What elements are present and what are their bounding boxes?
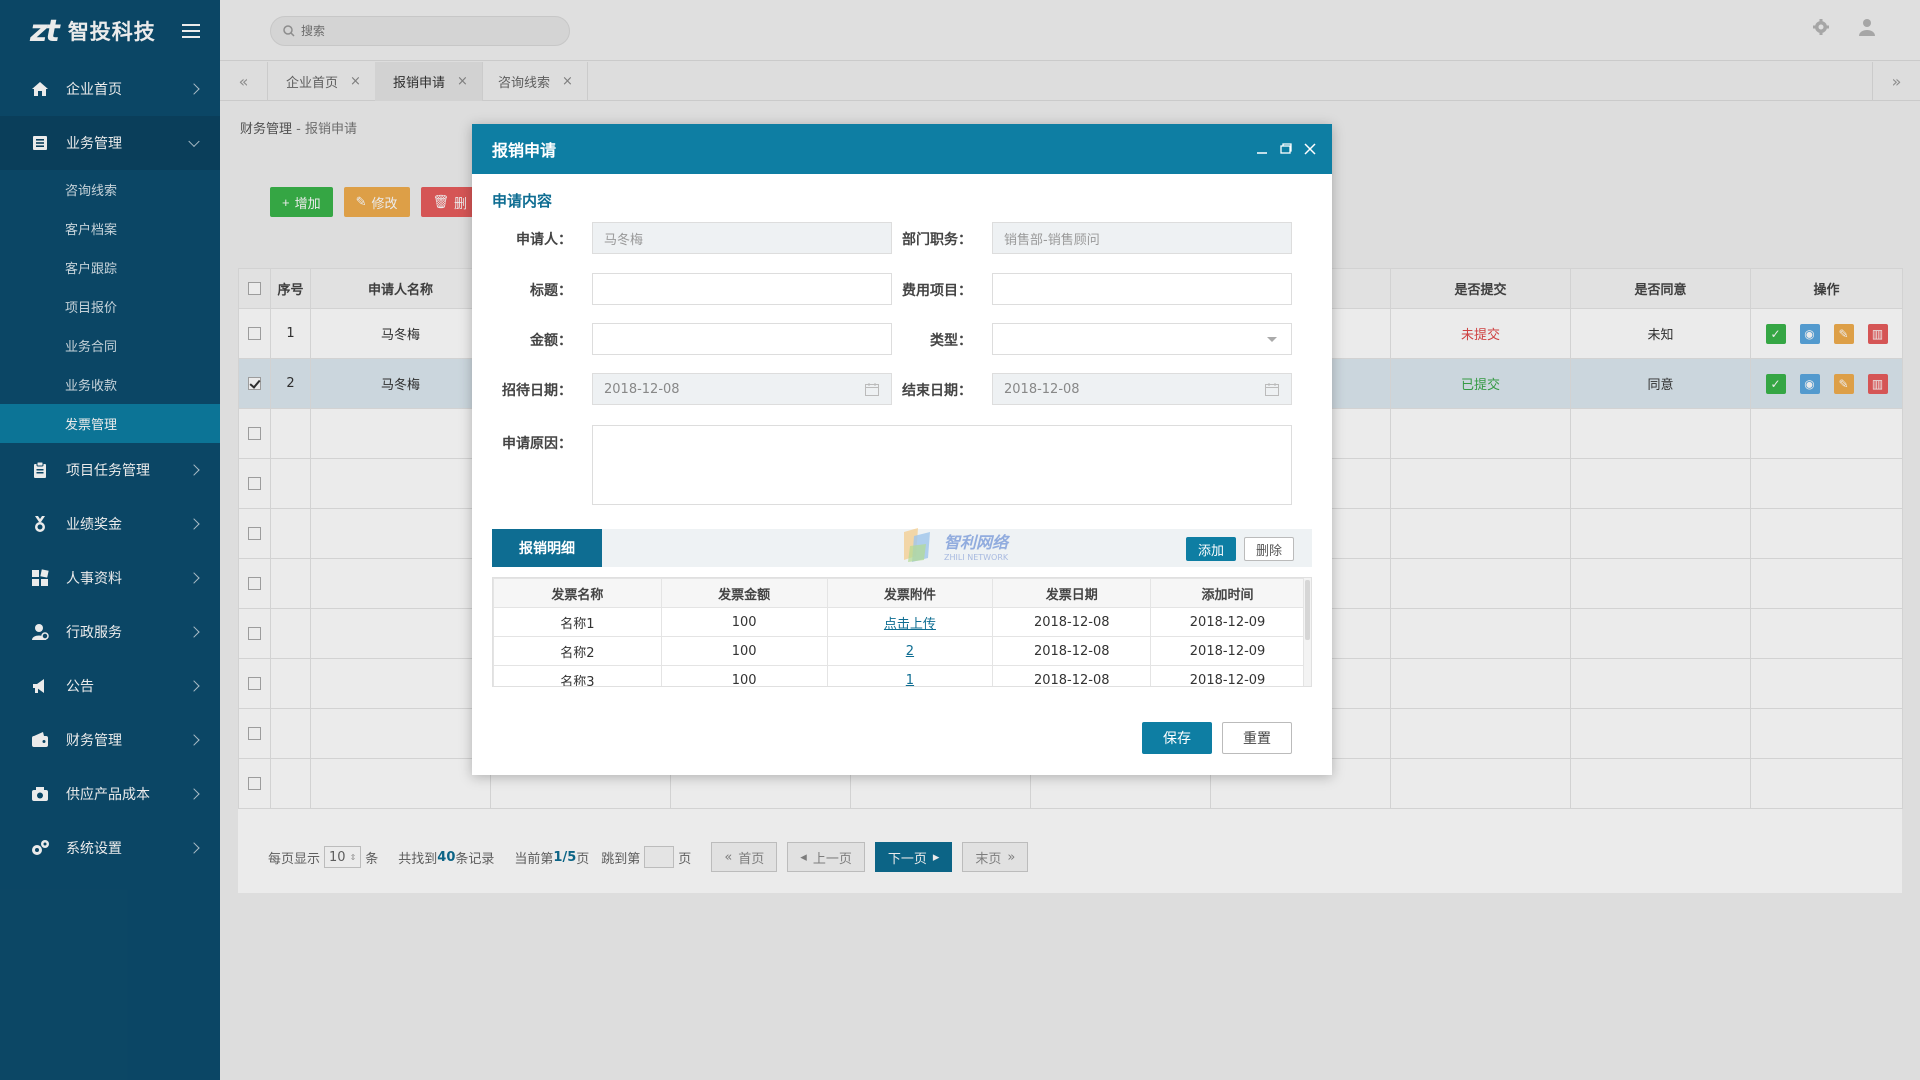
detail-cell-added: 2018-12-09 bbox=[1150, 607, 1305, 637]
detail-cell-attach: 2 bbox=[826, 636, 994, 666]
detail-tab[interactable]: 报销明细 bbox=[492, 529, 602, 567]
amount-input[interactable] bbox=[592, 323, 892, 355]
detail-cell-date: 2018-12-08 bbox=[992, 665, 1152, 686]
table-row[interactable]: 名称1 100 点击上传 2018-12-08 2018-12-09 bbox=[493, 607, 1305, 637]
amount-label: 金额： bbox=[530, 333, 572, 349]
detail-add-button[interactable]: 添加 bbox=[1186, 537, 1236, 561]
detail-cell-attach: 1 bbox=[826, 665, 994, 687]
detail-delete-button[interactable]: 删除 bbox=[1244, 537, 1294, 561]
start-date-input[interactable]: 2018-12-08 bbox=[592, 373, 892, 405]
start-date-value: 2018-12-08 bbox=[604, 381, 680, 397]
detail-header-row: 发票名称 发票金额 发票附件 发票日期 添加时间 bbox=[493, 578, 1305, 608]
watermark-subtext: ZHILI NETWORK bbox=[944, 552, 1009, 562]
detail-cell-name: 名称2 bbox=[493, 636, 662, 666]
detail-cell-amount: 100 bbox=[660, 665, 828, 686]
end-date-value: 2018-12-08 bbox=[1004, 381, 1080, 397]
detail-scrollbar[interactable] bbox=[1303, 578, 1311, 686]
reset-button[interactable]: 重置 bbox=[1222, 722, 1292, 754]
cost-item-label: 费用项目： bbox=[902, 283, 972, 299]
detail-cell-added: 2018-12-09 bbox=[1150, 665, 1305, 686]
dialog-controls bbox=[1256, 140, 1316, 159]
table-row[interactable]: 名称3 100 1 2018-12-08 2018-12-09 bbox=[493, 665, 1305, 687]
detail-cell-attach: 点击上传 bbox=[826, 607, 994, 637]
detail-table: 发票名称 发票金额 发票附件 发票日期 添加时间 名称1 100 点击上传 20… bbox=[493, 578, 1305, 687]
reason-textarea[interactable] bbox=[592, 425, 1292, 505]
detail-cell-date: 2018-12-08 bbox=[992, 636, 1152, 666]
maximize-icon[interactable] bbox=[1280, 140, 1292, 159]
title-input[interactable] bbox=[592, 273, 892, 305]
detail-header-name: 发票名称 bbox=[493, 578, 662, 608]
dept-value: 销售部-销售顾问 bbox=[1004, 232, 1100, 248]
detail-cell-amount: 100 bbox=[660, 636, 828, 666]
close-icon[interactable] bbox=[1304, 140, 1316, 159]
applicant-value: 马冬梅 bbox=[604, 232, 644, 248]
watermark-logo-icon bbox=[904, 528, 930, 562]
applicant-field: 马冬梅 bbox=[592, 222, 892, 254]
end-date-input[interactable]: 2018-12-08 bbox=[992, 373, 1292, 405]
chevron-down-icon bbox=[1267, 337, 1277, 342]
expense-request-dialog: 报销申请 申请内容 申请人： 马冬梅 部门职务： 销售部-销售顾问 标题： 费用… bbox=[472, 124, 1332, 775]
dialog-header: 报销申请 bbox=[472, 124, 1332, 174]
dialog-title: 报销申请 bbox=[492, 141, 557, 160]
calendar-icon[interactable] bbox=[1265, 383, 1279, 400]
detail-cell-added: 2018-12-09 bbox=[1150, 636, 1305, 666]
reason-label: 申请原因： bbox=[502, 436, 572, 452]
minimize-icon[interactable] bbox=[1256, 140, 1268, 159]
title-label: 标题： bbox=[530, 283, 572, 299]
scrollbar-thumb[interactable] bbox=[1305, 580, 1310, 640]
type-label: 类型： bbox=[930, 333, 972, 349]
attachment-link[interactable]: 1 bbox=[906, 673, 914, 687]
detail-header-amount: 发票金额 bbox=[660, 578, 828, 608]
detail-header-date: 发票日期 bbox=[992, 578, 1152, 608]
detail-header-added: 添加时间 bbox=[1150, 578, 1305, 608]
detail-table-wrap: 发票名称 发票金额 发票附件 发票日期 添加时间 名称1 100 点击上传 20… bbox=[492, 577, 1312, 687]
detail-cell-name: 名称3 bbox=[493, 665, 662, 686]
watermark: 智利网络 ZHILI NETWORK bbox=[900, 526, 1008, 564]
detail-header-attach: 发票附件 bbox=[826, 578, 994, 608]
section-title: 申请内容 bbox=[492, 192, 553, 210]
dept-label: 部门职务： bbox=[902, 232, 972, 248]
detail-cell-name: 名称1 bbox=[493, 607, 662, 637]
save-button[interactable]: 保存 bbox=[1142, 722, 1212, 754]
upload-link[interactable]: 点击上传 bbox=[884, 617, 936, 632]
detail-cell-date: 2018-12-08 bbox=[992, 607, 1152, 637]
cost-item-input[interactable] bbox=[992, 273, 1292, 305]
end-date-label: 结束日期： bbox=[902, 383, 972, 399]
start-date-label: 招待日期： bbox=[502, 383, 572, 399]
type-select[interactable] bbox=[992, 323, 1292, 355]
table-row[interactable]: 名称2 100 2 2018-12-08 2018-12-09 bbox=[493, 636, 1305, 666]
dept-field: 销售部-销售顾问 bbox=[992, 222, 1292, 254]
applicant-label: 申请人： bbox=[516, 232, 572, 248]
watermark-text: 智利网络 bbox=[944, 532, 1009, 552]
attachment-link[interactable]: 2 bbox=[906, 644, 914, 659]
detail-cell-amount: 100 bbox=[660, 607, 828, 637]
